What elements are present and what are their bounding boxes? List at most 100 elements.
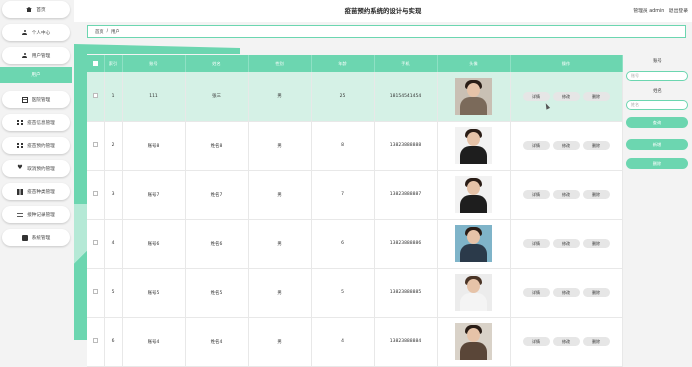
avatar xyxy=(455,77,492,115)
cell-account: 账号6 xyxy=(122,219,186,269)
sidebar-item-vaccine-type[interactable]: 疫苗种类管理 xyxy=(2,183,70,200)
column-header: 头像 xyxy=(437,55,511,72)
delete-button[interactable]: 删除 xyxy=(582,239,610,248)
sidebar-item-cancel-booking[interactable]: 取消预约管理 xyxy=(2,160,70,177)
table-row[interactable]: 2 账号8 姓名8 男 8 13823888888 详情 修改 删除 xyxy=(87,121,623,171)
grid-icon xyxy=(21,96,28,103)
account-label: 账号 xyxy=(653,59,662,64)
search-button[interactable]: 查询 xyxy=(626,117,688,128)
delete-button[interactable]: 删除 xyxy=(582,288,610,297)
sidebar-item-vaccine-info[interactable]: 疫苗信息管理 xyxy=(2,114,70,131)
delete-button[interactable]: 删除 xyxy=(582,337,610,346)
add-button[interactable]: 新增 xyxy=(626,139,688,150)
cell-phone: 13823888888 xyxy=(374,121,438,171)
edit-button[interactable]: 修改 xyxy=(552,91,580,101)
sidebar-item-vaccination-record[interactable]: 接种记录管理 xyxy=(2,206,70,223)
cell-gender: 男 xyxy=(248,72,312,122)
column-header: 操作 xyxy=(510,55,623,72)
cell-phone: 13823888887 xyxy=(374,170,438,220)
delete-button[interactable]: 删除 xyxy=(582,91,610,101)
delete-button[interactable]: 删除 xyxy=(582,141,610,150)
sidebar-item-user-management[interactable]: 用户管理 xyxy=(2,47,70,64)
row-checkbox[interactable] xyxy=(92,289,98,294)
row-checkbox[interactable] xyxy=(92,142,98,147)
top-bar: 疫苗预约系统的设计与实现 管理员 admin 退出登录 xyxy=(74,0,692,22)
edit-button[interactable]: 修改 xyxy=(552,190,580,199)
sidebar-item-label: 首页 xyxy=(36,7,46,13)
sidebar-item-system[interactable]: 系统管理 xyxy=(2,229,70,246)
column-header: 性别 xyxy=(248,55,312,72)
select-all-checkbox[interactable] xyxy=(92,60,98,66)
sidebar-item-label: 疫苗信息管理 xyxy=(27,120,55,126)
user-area: 管理员 admin 退出登录 xyxy=(630,7,688,14)
account-search-input[interactable]: 账号 xyxy=(626,71,688,81)
edit-button[interactable]: 修改 xyxy=(552,337,580,346)
cell-age: 25 xyxy=(311,72,375,122)
delete-button[interactable]: 删除 xyxy=(582,190,610,199)
detail-button[interactable]: 详情 xyxy=(522,288,550,297)
breadcrumb: 首页 / 用户 xyxy=(87,25,686,38)
cell-index: 4 xyxy=(104,219,123,269)
detail-button[interactable]: 详情 xyxy=(522,337,550,346)
column-header: 年龄 xyxy=(311,55,375,72)
table-row[interactable]: 6 账号4 姓名4 男 4 13823888884 详情 修改 删除 xyxy=(87,317,623,367)
batch-delete-button[interactable]: 删除 xyxy=(626,158,688,169)
sidebar-item-label: 用户管理 xyxy=(31,53,51,59)
table-row[interactable]: 1 111 张三 男 25 18154541454 详情 修改 删除 xyxy=(87,72,623,122)
table-row[interactable]: 5 账号5 姓名5 男 5 13823888885 详情 修改 删除 xyxy=(87,268,623,318)
edit-button[interactable]: 修改 xyxy=(552,288,580,297)
sidebar-item-label: 取消预约管理 xyxy=(27,166,55,172)
logout-link[interactable]: 退出登录 xyxy=(669,9,688,14)
sidebar-item-home[interactable]: 首页 xyxy=(2,1,70,18)
cell-gender: 男 xyxy=(248,317,312,367)
cell-account: 账号4 xyxy=(122,317,186,367)
row-checkbox[interactable] xyxy=(92,338,98,343)
book-icon xyxy=(17,188,24,195)
grid-icon xyxy=(17,142,24,149)
sidebar: 首页 个人中心 用户管理 用户 医院管理 疫苗信息管理 疫苗预约管理 取消预约管… xyxy=(0,0,74,340)
sidebar-item-label: 接种记录管理 xyxy=(27,212,55,218)
cell-gender: 男 xyxy=(248,121,312,171)
cell-name: 姓名5 xyxy=(185,268,249,318)
sidebar-subitem-user[interactable]: 用户 xyxy=(0,67,72,83)
detail-button[interactable]: 详情 xyxy=(522,190,550,199)
detail-button[interactable]: 详情 xyxy=(522,141,550,150)
table-row[interactable]: 4 账号6 姓名6 男 6 13823888886 详情 修改 删除 xyxy=(87,219,623,269)
name-label: 姓名 xyxy=(653,89,662,94)
heart-icon xyxy=(17,164,23,172)
select-all-header[interactable] xyxy=(87,55,105,72)
breadcrumb-home[interactable]: 首页 xyxy=(95,29,104,35)
cell-account: 111 xyxy=(122,72,186,122)
edit-button[interactable]: 修改 xyxy=(552,141,580,150)
sidebar-item-profile[interactable]: 个人中心 xyxy=(2,24,70,41)
sidebar-item-label: 疫苗预约管理 xyxy=(27,143,55,149)
row-checkbox[interactable] xyxy=(92,240,98,245)
breadcrumb-current: 用户 xyxy=(111,29,120,35)
edit-button[interactable]: 修改 xyxy=(552,239,580,248)
cell-phone: 13823888884 xyxy=(374,317,438,367)
name-search-input[interactable]: 姓名 xyxy=(626,100,688,110)
cell-name: 姓名4 xyxy=(185,317,249,367)
avatar xyxy=(455,274,492,311)
cell-phone: 13823888885 xyxy=(374,268,438,318)
cell-name: 姓名8 xyxy=(185,121,249,171)
tab-strip-decoration xyxy=(74,44,240,54)
column-header: 索引 xyxy=(104,55,123,72)
table-row[interactable]: 3 账号7 姓名7 男 7 13823888887 详情 修改 删除 xyxy=(87,170,623,220)
cell-phone: 13823888886 xyxy=(374,219,438,269)
detail-button[interactable]: 详情 xyxy=(522,239,550,248)
sidebar-item-hospital[interactable]: 医院管理 xyxy=(2,91,70,108)
cell-gender: 男 xyxy=(248,268,312,318)
row-checkbox[interactable] xyxy=(92,92,98,98)
search-panel: 账号 账号 姓名 姓名 查询 新增 删除 xyxy=(623,55,692,340)
row-checkbox[interactable] xyxy=(92,191,98,196)
sidebar-item-vaccine-booking[interactable]: 疫苗预约管理 xyxy=(2,137,70,154)
cell-phone: 18154541454 xyxy=(374,72,438,122)
cell-account: 账号7 xyxy=(122,170,186,220)
column-header: 姓名 xyxy=(185,55,249,72)
cell-gender: 男 xyxy=(248,219,312,269)
detail-button[interactable]: 详情 xyxy=(522,91,550,101)
cell-name: 姓名6 xyxy=(185,219,249,269)
avatar xyxy=(455,176,492,213)
cell-index: 6 xyxy=(104,317,123,367)
